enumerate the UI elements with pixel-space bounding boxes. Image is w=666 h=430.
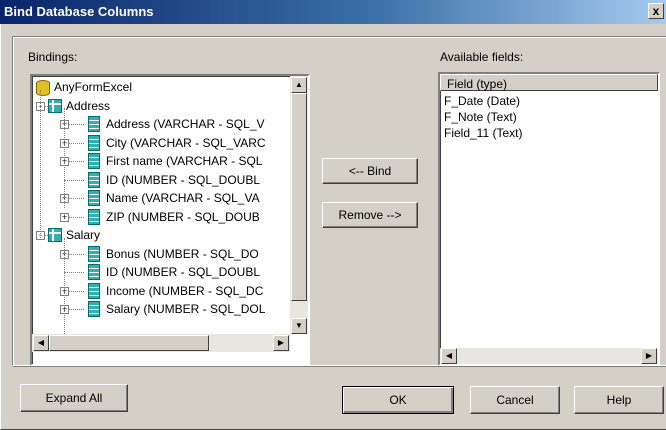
tree-connector	[64, 238, 65, 334]
tree-connector	[64, 108, 65, 208]
tree-column-node[interactable]: + Salary (NUMBER - SQL_DOL	[32, 300, 290, 318]
tree-column-node[interactable]: + Name (VARCHAR - SQL_VA	[32, 189, 290, 207]
tree-column-node[interactable]: ID (NUMBER - SQL_DOUBL	[32, 171, 290, 189]
tree-column-node[interactable]: + First name (VARCHAR - SQL	[32, 152, 290, 170]
column-icon	[88, 301, 100, 317]
tree-scroll-down-button[interactable]: ▼	[291, 318, 307, 334]
database-icon	[36, 80, 50, 96]
tree-scroll-up-button[interactable]: ▲	[291, 77, 307, 93]
column-icon	[88, 134, 100, 151]
fields-scroll-right-button[interactable]: ▶	[641, 348, 657, 364]
tree-table-node[interactable]: - Address	[32, 97, 290, 115]
tree-item-label: ID (NUMBER - SQL_DOUBL	[106, 172, 261, 187]
tree-items: AnyFormExcel - Address + Address (VARCHAR - …	[32, 76, 290, 334]
tree-item-label: Bonus (NUMBER - SQL_DO	[106, 246, 259, 261]
tree-column-node[interactable]: + Bonus (NUMBER - SQL_DO	[32, 245, 290, 263]
tree-item-label: ZIP (NUMBER - SQL_DOUB	[106, 209, 260, 224]
tree-connector	[64, 179, 84, 181]
tree-connector	[64, 272, 84, 273]
tree-column-node[interactable]: + ZIP (NUMBER - SQL_DOUB	[32, 208, 290, 226]
tree-item-label: Salary (NUMBER - SQL_DOL	[106, 302, 266, 316]
tree-hscroll-thumb[interactable]	[49, 335, 209, 351]
tree-scroll-left-button[interactable]: ◀	[33, 335, 49, 351]
tree-item-label: Salary	[66, 228, 101, 242]
available-fields-list[interactable]: Field (type) F_Date (Date) F_Note (Text) F…	[438, 72, 660, 366]
fields-hscroll-track[interactable]	[440, 348, 658, 364]
title-bar[interactable]: Bind Database Columns x	[0, 0, 666, 24]
table-icon	[48, 228, 62, 242]
tree-item-label: First name (VARCHAR - SQL	[106, 154, 263, 168]
tree-column-node[interactable]: + Income (NUMBER - SQL_DC	[32, 282, 290, 300]
tree-item-label: AnyFormExcel	[54, 80, 133, 94]
tree-item-label: Income (NUMBER - SQL_DC	[106, 283, 264, 298]
window-title: Bind Database Columns	[4, 4, 154, 19]
tree-table-node[interactable]: - Salary	[32, 226, 290, 244]
tree-item-label: City (VARCHAR - SQL_VARC	[106, 135, 266, 150]
bind-button[interactable]: <-- Bind	[322, 158, 418, 184]
fields-scroll-left-button[interactable]: ◀	[441, 348, 457, 364]
column-icon	[88, 190, 100, 206]
close-button[interactable]: x	[648, 3, 664, 19]
column-icon	[88, 208, 100, 225]
available-field-item[interactable]: F_Date (Date)	[444, 94, 520, 108]
help-button[interactable]: Help	[574, 386, 664, 414]
bindings-label: Bindings:	[28, 50, 78, 64]
tree-scroll-right-button[interactable]: ▶	[273, 335, 289, 351]
tree-vscroll-thumb[interactable]	[291, 93, 307, 301]
column-icon	[88, 264, 100, 280]
tree-item-label: ID (NUMBER - SQL_DOUBL	[106, 265, 261, 279]
column-icon	[88, 171, 100, 188]
expand-icon[interactable]: +	[60, 212, 69, 222]
tree-column-node[interactable]: + Address (VARCHAR - SQL_V	[32, 115, 290, 133]
tree-item-label: Address	[66, 98, 111, 113]
available-field-item[interactable]: Field_11 (Text)	[444, 126, 522, 140]
tree-item-label: Name (VARCHAR - SQL_VA	[106, 191, 260, 205]
field-type-column-header[interactable]: Field (type)	[440, 74, 658, 91]
tree-connector	[40, 90, 41, 240]
bindings-tree[interactable]: AnyFormExcel - Address + Address (VARCHAR - …	[30, 74, 310, 366]
cancel-button[interactable]: Cancel	[470, 386, 560, 414]
expand-all-button[interactable]: Expand All	[20, 384, 128, 412]
table-icon	[48, 98, 62, 113]
tree-column-node[interactable]: ID (NUMBER - SQL_DOUBL	[32, 263, 290, 281]
remove-button[interactable]: Remove -->	[322, 202, 418, 228]
tree-root[interactable]: AnyFormExcel	[32, 78, 290, 96]
tree-column-node[interactable]: + City (VARCHAR - SQL_VARC	[32, 134, 290, 152]
available-field-item[interactable]: F_Note (Text)	[444, 110, 517, 124]
column-icon	[88, 282, 100, 299]
ok-button[interactable]: OK	[342, 386, 454, 414]
tree-item-label: Address (VARCHAR - SQL_V	[106, 117, 265, 131]
column-icon	[88, 116, 100, 132]
column-icon	[88, 153, 100, 169]
column-icon	[88, 245, 100, 262]
available-fields-label: Available fields:	[440, 50, 524, 64]
